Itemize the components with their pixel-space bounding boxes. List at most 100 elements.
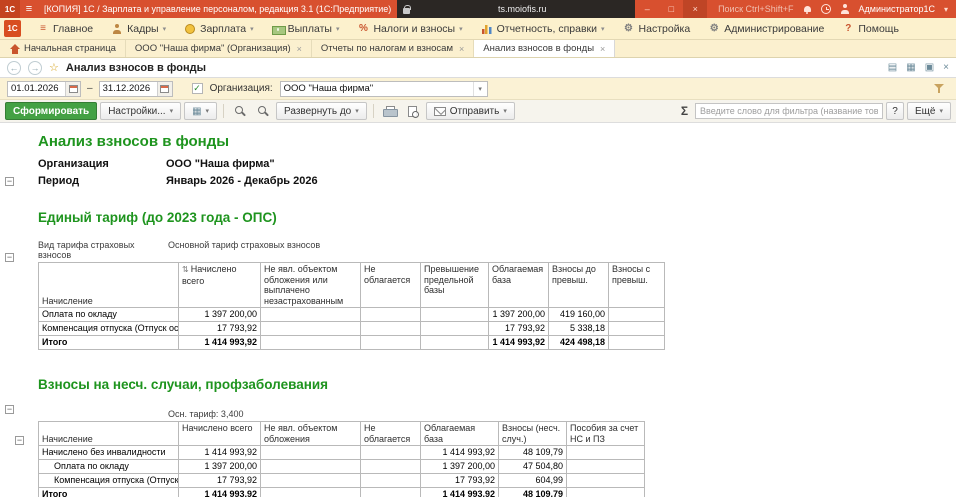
tab[interactable]: Отчеты по налогам и взносам × <box>312 40 475 57</box>
grid-view-icon[interactable]: ▦ <box>906 62 915 73</box>
quick-filter-input[interactable] <box>695 103 884 119</box>
chevron-down-icon: ▾ <box>355 108 359 115</box>
gear-icon: ⚙ <box>624 23 634 34</box>
injury-contributions-table: Начисление Начислено всего Не явл. объекто… <box>26 421 956 497</box>
find-next-button[interactable] <box>253 102 273 120</box>
user-name[interactable]: Администратор1С <box>859 4 935 14</box>
global-search-button[interactable]: Поиск Ctrl+Shift+F <box>718 4 793 14</box>
cell-value <box>566 473 645 488</box>
toolbar-separator <box>223 104 225 118</box>
tab-bar: Начальная страница ООО "Наша фирма" (Орг… <box>0 40 956 58</box>
calendar-button[interactable] <box>65 81 80 96</box>
column-header[interactable]: Не явл. объектом обложения или выплачено… <box>260 262 361 308</box>
table-row[interactable]: Итого 1 414 993,92 1 414 993,92 48 109,79 <box>38 487 645 497</box>
list-view-icon[interactable]: ▤ <box>888 62 897 73</box>
group-collapse-toggle[interactable]: − <box>5 405 14 414</box>
table-row[interactable]: Начислено без инвалидности 1 414 993,92 1 … <box>38 445 645 460</box>
report-variant-button[interactable]: ▦ ▾ <box>184 102 218 120</box>
cell-value: 1 397 200,00 <box>178 459 261 474</box>
back-button[interactable]: ← <box>7 60 21 75</box>
menu-item-label: Настройка <box>638 22 691 35</box>
section1-heading: Единый тариф (до 2023 года - ОПС) <box>38 210 277 225</box>
menu-item-nalogi[interactable]: % Налоги и взносы ▾ <box>348 18 471 39</box>
menu-item-label: Выплаты <box>287 22 332 35</box>
more-button[interactable]: Ещё ▾ <box>907 102 951 120</box>
tab-close-icon[interactable]: × <box>459 44 464 54</box>
column-header[interactable]: Начисление <box>38 421 179 446</box>
help-button[interactable]: ? <box>886 102 905 120</box>
menu-item-vyplaty[interactable]: Выплаты ▾ <box>263 18 349 39</box>
column-header[interactable]: ⇅ Начислено всего <box>178 262 261 308</box>
send-button[interactable]: Отправить ▾ <box>425 102 515 120</box>
column-header[interactable]: Начислено всего <box>178 421 261 446</box>
column-header[interactable]: Облагаемая база <box>420 421 499 446</box>
tab-close-icon[interactable]: × <box>600 44 605 54</box>
table-row[interactable]: Оплата по окладу 1 397 200,00 1 397 200,00… <box>38 459 645 474</box>
calendar-button[interactable] <box>156 81 172 96</box>
table-row[interactable]: Итого 1 414 993,92 1 414 993,92 424 498,18 <box>38 335 665 350</box>
tab[interactable]: Анализ взносов в фонды × <box>474 40 616 57</box>
form-close-icon[interactable]: × <box>943 62 949 73</box>
windows-icon[interactable]: ▣ <box>925 62 934 73</box>
column-header[interactable]: Начисление <box>38 262 179 308</box>
row-label: Компенсация отпуска (Отпуск основной) <box>38 321 179 336</box>
tab[interactable]: ООО "Наша фирма" (Организация) × <box>126 40 312 57</box>
org-select[interactable]: ООО "Наша фирма" ▾ <box>279 80 488 97</box>
cell-value: 1 414 993,92 <box>178 445 261 460</box>
home-icon: ≡ <box>40 23 46 34</box>
find-button[interactable] <box>230 102 250 120</box>
print-button[interactable] <box>380 102 400 120</box>
column-header[interactable]: Взносы до превыш. <box>548 262 609 308</box>
notifications-icon[interactable] <box>803 5 812 14</box>
minimize-button[interactable]: – <box>635 0 659 18</box>
date-from-field[interactable]: 01.01.2026 <box>7 80 81 97</box>
favorite-star-icon[interactable]: ☆ <box>49 61 59 74</box>
forward-button[interactable]: → <box>28 60 42 75</box>
menu-item-administrirovanie[interactable]: ⚙ Администрирование <box>699 18 833 39</box>
close-window-button[interactable]: × <box>683 0 708 18</box>
onec-logo[interactable]: 1С <box>4 20 21 37</box>
menu-item-zarplata[interactable]: Зарплата ▾ <box>175 18 263 39</box>
address-bar[interactable]: ts.moiofis.ru <box>397 0 636 18</box>
variant-grid-icon: ▦ <box>192 105 202 117</box>
cell-value <box>360 459 421 474</box>
table-row[interactable]: Компенсация отпуска (Отпуск основной)17 … <box>38 473 645 488</box>
row-group-collapse-toggle[interactable]: − <box>15 436 24 445</box>
menu-item-kadry[interactable]: Кадры ▾ <box>102 18 175 39</box>
column-header[interactable]: Превышение предельной базы <box>420 262 489 308</box>
autosum-button[interactable]: Σ <box>677 104 692 118</box>
column-header[interactable]: Не облагается <box>360 421 421 446</box>
tab-close-icon[interactable]: × <box>297 44 302 54</box>
column-header[interactable]: Пособия за счет НС и ПЗ <box>566 421 645 446</box>
column-header[interactable]: Не облагается <box>360 262 421 308</box>
chevron-down-icon[interactable]: ▾ <box>944 5 948 14</box>
app-logo: 1С <box>0 0 20 18</box>
generate-button[interactable]: Сформировать <box>5 102 98 120</box>
settings-button[interactable]: Настройки... ▾ <box>100 102 182 120</box>
column-header[interactable]: Облагаемая база <box>488 262 549 308</box>
expand-to-button[interactable]: Развернуть до ▾ <box>276 102 367 120</box>
history-icon[interactable] <box>820 4 831 14</box>
maximize-button[interactable]: □ <box>659 0 683 18</box>
org-checkbox[interactable]: ✓ <box>191 83 203 94</box>
column-header[interactable]: Не явл. объектом обложения <box>260 421 361 446</box>
menu-item-main[interactable]: ≡ Главное <box>28 18 102 39</box>
hamburger-icon[interactable]: ≡ <box>20 3 38 15</box>
menu-item-pomosch[interactable]: ? Помощь <box>833 18 908 39</box>
injury-tariff-value: Осн. тариф: 3,400 <box>168 409 244 419</box>
group-collapse-toggle[interactable]: − <box>5 177 14 186</box>
table-row[interactable]: Оплата по окладу 1 397 200,00 1 397 200,00… <box>38 307 665 322</box>
chevron-down-icon[interactable]: ▾ <box>472 81 487 96</box>
cell-value <box>260 445 361 460</box>
print-preview-button[interactable] <box>403 102 423 120</box>
group-collapse-toggle[interactable]: − <box>5 253 14 262</box>
menu-item-nastroyka[interactable]: ⚙ Настройка <box>614 18 700 39</box>
menu-item-otchetnost[interactable]: Отчетность, справки ▾ <box>472 18 614 39</box>
filter-settings-button[interactable] <box>929 81 949 97</box>
column-header[interactable]: Взносы (несч. случ.) <box>498 421 567 446</box>
tab-home[interactable]: Начальная страница <box>0 40 126 57</box>
date-to-field[interactable]: 31.12.2026 <box>98 80 173 97</box>
chevron-down-icon: ▾ <box>601 25 605 33</box>
column-header[interactable]: Взносы с превыш. <box>608 262 665 308</box>
table-row[interactable]: Компенсация отпуска (Отпуск основной)17 … <box>38 321 665 336</box>
